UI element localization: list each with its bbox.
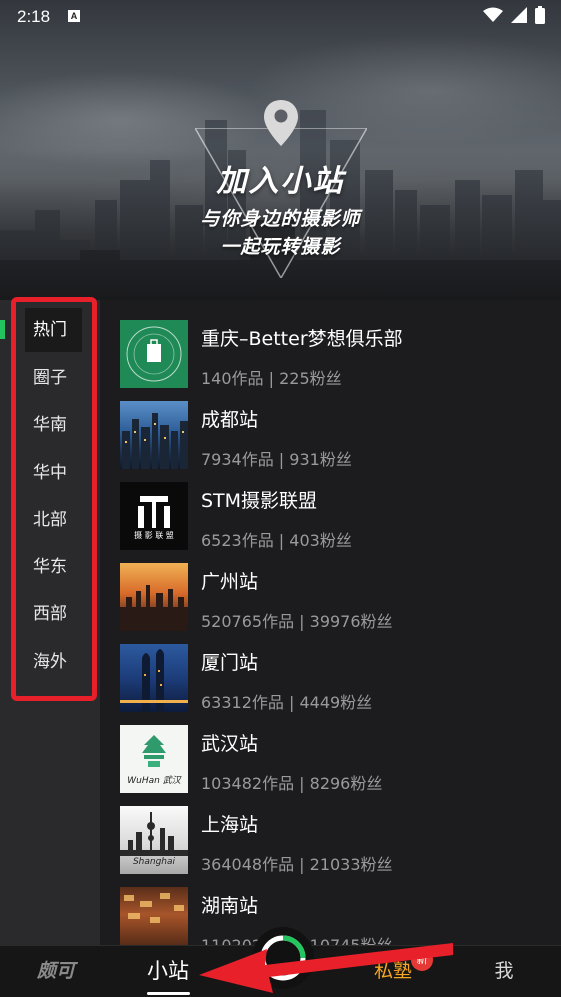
status-icons [483, 6, 545, 24]
station-row[interactable]: 成都站 7934作品 | 931粉丝 [100, 401, 561, 482]
nav-tab-me[interactable]: 我 [484, 946, 524, 997]
station-title: 湖南站 [201, 895, 259, 917]
new-badge: 新 [411, 949, 433, 971]
station-thumbnail [120, 401, 188, 469]
shanghai-logo-text: Shanghai [132, 857, 176, 867]
sidebar-item-east-china[interactable]: 华东 [25, 545, 82, 589]
hero-subtitle-line2: 一起玩转摄影 [220, 236, 341, 258]
station-title: 重庆–Better梦想俱乐部 [201, 328, 403, 350]
notification-a-icon: A [68, 10, 80, 22]
hero-subtitle-line1: 与你身边的摄影师 [200, 208, 361, 230]
wuhan-logo-text: WuHan 武汉 [127, 776, 181, 786]
nav-tab-private[interactable]: 私塾 [368, 946, 418, 997]
sidebar-item-south-china[interactable]: 华南 [25, 403, 82, 447]
sidebar-item-hot[interactable]: 热门 [25, 308, 82, 352]
station-stats: 140作品 | 225粉丝 [201, 369, 342, 388]
sidebar-item-west[interactable]: 西部 [25, 592, 82, 636]
station-stats: 7934作品 | 931粉丝 [201, 450, 352, 469]
hero-title: 加入小站 [216, 164, 345, 199]
station-title: 上海站 [201, 814, 259, 836]
sidebar-item-circle[interactable]: 圈子 [25, 356, 82, 400]
camera-publish-button[interactable] [250, 925, 316, 991]
station-thumbnail: Shanghai [120, 806, 188, 874]
wifi-icon [483, 7, 503, 22]
station-stats: 520765作品 | 39976粉丝 [201, 612, 393, 631]
station-title: STM摄影联盟 [201, 490, 318, 512]
sidebar-item-overseas[interactable]: 海外 [25, 640, 82, 684]
sidebar-item-central-china[interactable]: 华中 [25, 451, 82, 495]
stm-logo-text: 摄 影 联 盟 [134, 531, 174, 540]
station-title: 厦门站 [201, 652, 259, 674]
station-title: 武汉站 [201, 733, 259, 755]
station-row[interactable]: 厦门站 63312作品 | 4449粉丝 [100, 644, 561, 725]
station-row[interactable]: 摄 影 联 盟 STM摄影联盟 6523作品 | 403粉丝 [100, 482, 561, 563]
battery-icon [535, 6, 545, 24]
status-bar: 2:18 A [0, 0, 561, 34]
nav-home-logo[interactable]: 颇可 [30, 946, 82, 997]
station-row[interactable]: 重庆–Better梦想俱乐部 140作品 | 225粉丝 [100, 320, 561, 401]
station-row[interactable]: Shanghai 上海站 364048作品 | 21033粉丝 [100, 806, 561, 887]
station-thumbnail [120, 563, 188, 631]
signal-icon [511, 7, 527, 23]
station-thumbnail: 摄 影 联 盟 [120, 482, 188, 550]
station-stats: 364048作品 | 21033粉丝 [201, 855, 393, 874]
location-pin-icon [264, 100, 298, 146]
station-row[interactable]: 广州站 520765作品 | 39976粉丝 [100, 563, 561, 644]
station-row[interactable]: 湖南站 110202作品 | 10745粉丝 [100, 887, 561, 945]
active-tab-underline [147, 992, 190, 995]
sidebar-item-north[interactable]: 北部 [25, 498, 82, 542]
station-row[interactable]: WuHan 武汉 武汉站 103482作品 | 8296粉丝 [100, 725, 561, 806]
station-list[interactable]: 重庆–Better梦想俱乐部 140作品 | 225粉丝 成都站 7934作品 … [100, 300, 561, 945]
station-thumbnail: WuHan 武汉 [120, 725, 188, 793]
station-thumbnail [120, 644, 188, 712]
status-time: 2:18 [17, 7, 51, 26]
station-stats: 103482作品 | 8296粉丝 [201, 774, 383, 793]
active-tab-marker [0, 320, 5, 339]
hero-banner: 加入小站 与你身边的摄影师 一起玩转摄影 [0, 0, 561, 300]
station-stats: 63312作品 | 4449粉丝 [201, 693, 373, 712]
station-title: 广州站 [201, 571, 259, 593]
station-thumbnail [120, 320, 188, 388]
station-stats: 6523作品 | 403粉丝 [201, 531, 352, 550]
station-thumbnail [120, 887, 188, 945]
station-title: 成都站 [201, 409, 259, 431]
nav-tab-station[interactable]: 小站 [138, 946, 198, 997]
